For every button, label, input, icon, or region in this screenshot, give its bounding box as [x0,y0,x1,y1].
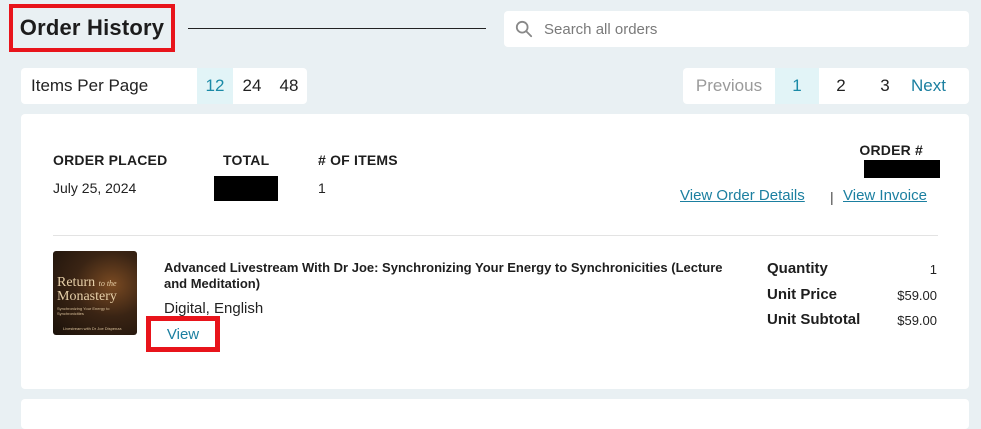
product-thumbnail[interactable]: Return to the Monastery Synchronizing Yo… [53,251,137,335]
page-2-button[interactable]: 2 [819,68,863,104]
order-card: ORDER PLACED July 25, 2024 TOTAL # OF IT… [21,114,969,389]
product-name: Advanced Livestream With Dr Joe: Synchro… [164,260,723,291]
view-product-button[interactable]: View [146,316,220,352]
pagination: Previous 1 2 3 Next [683,68,969,104]
page-1-button[interactable]: 1 [775,68,819,104]
search-icon [515,20,533,38]
unit-subtotal-value: $59.00 [897,313,937,328]
thumb-title-small: to the [98,279,117,288]
items-count-value: 1 [318,180,326,196]
page-title-box: Order History [9,4,175,52]
thumb-title-1: Return [57,275,96,290]
unit-price-label: Unit Price [767,286,838,303]
per-page-option-12[interactable]: 12 [197,68,233,104]
quantity-value: 1 [929,262,937,277]
next-page-button[interactable]: Next [911,76,946,96]
thumb-footer: Livestream with Dr Joe Dispenza [63,326,122,331]
order-placed-label: ORDER PLACED [53,152,168,168]
next-order-card [21,399,969,429]
order-placed-value: July 25, 2024 [53,180,137,196]
total-value-redacted [214,176,278,201]
items-per-page-selector: Items Per Page 12 24 48 [21,68,307,104]
quantity-label: Quantity [767,260,828,277]
order-number-redacted [864,160,940,178]
search-bar[interactable] [504,11,969,47]
unit-subtotal-label: Unit Subtotal [767,311,861,328]
search-input[interactable] [542,19,926,39]
items-count-label: # OF ITEMS [318,152,398,168]
per-page-option-24[interactable]: 24 [233,68,271,104]
link-separator: | [830,189,834,205]
view-invoice-link[interactable]: View Invoice [843,187,927,204]
title-divider [188,28,486,29]
unit-price-value: $59.00 [897,288,937,303]
page-3-button[interactable]: 3 [863,68,907,104]
product-format: Digital, English [164,300,264,317]
order-divider [53,235,938,236]
order-number-label: ORDER # [859,142,923,158]
per-page-option-48[interactable]: 48 [271,68,307,104]
thumb-subtitle: Synchronizing Your Energy to Synchronici… [57,306,110,316]
items-per-page-label: Items Per Page [31,76,149,95]
view-product-label: View [166,325,200,343]
view-order-details-link[interactable]: View Order Details [680,187,805,204]
total-label: TOTAL [223,152,270,168]
previous-page-button[interactable]: Previous [683,76,775,96]
thumb-title-2: Monastery [57,289,117,304]
page-title: Order History [19,15,165,40]
